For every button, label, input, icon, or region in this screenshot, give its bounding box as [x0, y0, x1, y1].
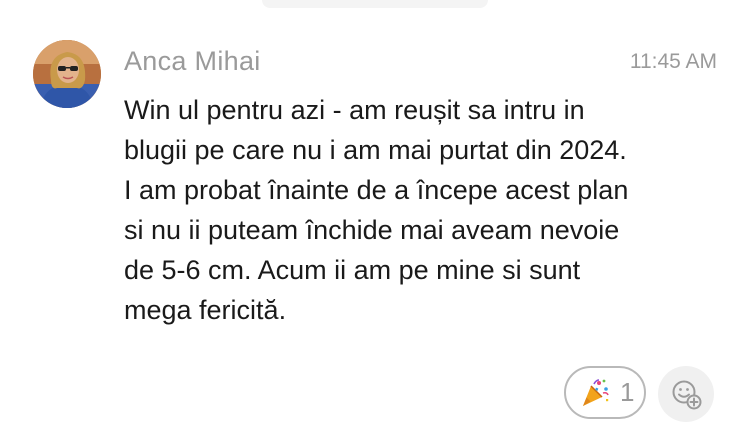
reaction-count: 1: [620, 377, 635, 407]
message-body: Win ul pentru azi - am reușit sa intru i…: [124, 90, 724, 330]
add-reaction-button[interactable]: [658, 366, 714, 422]
message-line: blugii pe care nu i am mai purtat din 20…: [124, 135, 627, 165]
party-popper-icon: [580, 378, 610, 408]
message-timestamp: 11:45 AM: [629, 50, 717, 73]
add-emoji-reaction-icon: [672, 380, 702, 410]
reaction-chip[interactable]: 1: [564, 366, 646, 419]
message-line: de 5-6 cm. Acum ii am pe mine si sunt: [124, 255, 581, 285]
message-line: I am probat înainte de a începe acest pl…: [124, 175, 629, 205]
user-photo-avatar: [33, 40, 101, 108]
sender-name[interactable]: Anca Mihai: [124, 46, 261, 77]
message-line: mega fericită.: [124, 295, 287, 325]
message-line: si nu ii puteam închide mai aveam nevoie: [124, 215, 620, 245]
avatar[interactable]: [33, 40, 101, 108]
chat-message: Anca Mihai 11:45 AM Win ul pentru azi - …: [0, 0, 750, 437]
message-line: Win ul pentru azi - am reușit sa intru i…: [124, 95, 585, 125]
